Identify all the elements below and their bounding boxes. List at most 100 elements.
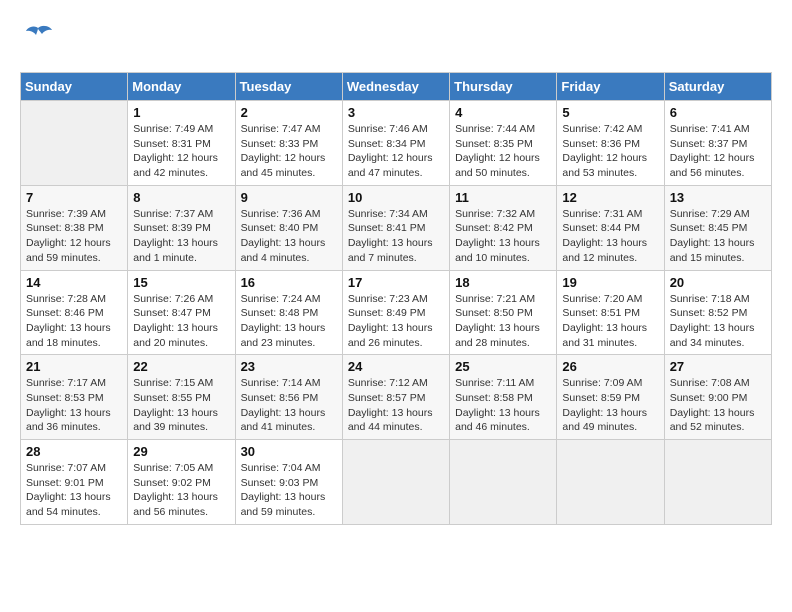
day-info: Sunrise: 7:29 AMSunset: 8:45 PMDaylight:… bbox=[670, 207, 766, 266]
sunset-time: Sunset: 8:46 PM bbox=[26, 307, 104, 319]
sunset-time: Sunset: 8:58 PM bbox=[455, 392, 533, 404]
sunset-time: Sunset: 8:39 PM bbox=[133, 222, 211, 234]
calendar-cell: 24Sunrise: 7:12 AMSunset: 8:57 PMDayligh… bbox=[342, 355, 449, 440]
daylight-hours: Daylight: 13 hours bbox=[348, 322, 433, 334]
day-info: Sunrise: 7:09 AMSunset: 8:59 PMDaylight:… bbox=[562, 376, 658, 435]
sunrise-time: Sunrise: 7:46 AM bbox=[348, 123, 428, 135]
day-number: 22 bbox=[133, 359, 229, 374]
calendar-cell: 7Sunrise: 7:39 AMSunset: 8:38 PMDaylight… bbox=[21, 185, 128, 270]
calendar-cell: 17Sunrise: 7:23 AMSunset: 8:49 PMDayligh… bbox=[342, 270, 449, 355]
calendar-cell: 30 Sunrise: 7:04 AMSunset: 9:03 PMDayligh… bbox=[235, 440, 342, 525]
day-info: Sunrise: 7:47 AMSunset: 8:33 PMDaylight:… bbox=[241, 122, 337, 181]
sunset-time: Sunset: 8:37 PM bbox=[670, 138, 748, 150]
sunset-time: Sunset: 8:40 PM bbox=[241, 222, 319, 234]
daylight-hours: Daylight: 12 hours bbox=[670, 152, 755, 164]
day-info-continued: and 31 minutes. bbox=[562, 337, 637, 349]
daylight-hours: Daylight: 13 hours bbox=[455, 237, 540, 249]
day-info: Sunrise: 7:21 AMSunset: 8:50 PMDaylight:… bbox=[455, 292, 551, 351]
sunset-time: Sunset: 8:41 PM bbox=[348, 222, 426, 234]
header-monday: Monday bbox=[128, 73, 235, 101]
day-number: 5 bbox=[562, 105, 658, 120]
daylight-hours: Daylight: 13 hours bbox=[455, 407, 540, 419]
day-number: 27 bbox=[670, 359, 766, 374]
calendar-cell: 19Sunrise: 7:20 AMSunset: 8:51 PMDayligh… bbox=[557, 270, 664, 355]
sunrise-time: Sunrise: 7:49 AM bbox=[133, 123, 213, 135]
day-info-continued: and 59 minutes. bbox=[241, 506, 316, 518]
day-info: Sunrise: 7:17 AMSunset: 8:53 PMDaylight:… bbox=[26, 376, 122, 435]
day-info: Sunrise: 7:36 AMSunset: 8:40 PMDaylight:… bbox=[241, 207, 337, 266]
sunrise-time: Sunrise: 7:42 AM bbox=[562, 123, 642, 135]
calendar-cell bbox=[21, 101, 128, 186]
sunrise-time: Sunrise: 7:32 AM bbox=[455, 208, 535, 220]
header-tuesday: Tuesday bbox=[235, 73, 342, 101]
calendar-cell: 6Sunrise: 7:41 AMSunset: 8:37 PMDaylight… bbox=[664, 101, 771, 186]
day-info-continued: and 39 minutes. bbox=[133, 421, 208, 433]
day-info-continued: and 53 minutes. bbox=[562, 167, 637, 179]
day-info: Sunrise: 7:42 AMSunset: 8:36 PMDaylight:… bbox=[562, 122, 658, 181]
calendar-cell: 20Sunrise: 7:18 AMSunset: 8:52 PMDayligh… bbox=[664, 270, 771, 355]
day-info-continued: and 59 minutes. bbox=[26, 252, 101, 264]
day-info-continued: and 10 minutes. bbox=[455, 252, 530, 264]
day-number: 29 bbox=[133, 444, 229, 459]
day-info: Sunrise: 7:31 AMSunset: 8:44 PMDaylight:… bbox=[562, 207, 658, 266]
day-number: 18 bbox=[455, 275, 551, 290]
day-number: 16 bbox=[241, 275, 337, 290]
sunset-time: Sunset: 9:03 PM bbox=[241, 477, 319, 489]
sunrise-time: Sunrise: 7:18 AM bbox=[670, 293, 750, 305]
sunset-time: Sunset: 9:01 PM bbox=[26, 477, 104, 489]
calendar-cell: 14Sunrise: 7:28 AMSunset: 8:46 PMDayligh… bbox=[21, 270, 128, 355]
sunrise-time: Sunrise: 7:26 AM bbox=[133, 293, 213, 305]
day-info-continued: and 52 minutes. bbox=[670, 421, 745, 433]
daylight-hours: Daylight: 13 hours bbox=[26, 322, 111, 334]
sunrise-time: Sunrise: 7:29 AM bbox=[670, 208, 750, 220]
day-number: 11 bbox=[455, 190, 551, 205]
sunset-time: Sunset: 8:45 PM bbox=[670, 222, 748, 234]
daylight-hours: Daylight: 13 hours bbox=[133, 491, 218, 503]
daylight-hours: Daylight: 13 hours bbox=[348, 237, 433, 249]
calendar-cell: 8Sunrise: 7:37 AMSunset: 8:39 PMDaylight… bbox=[128, 185, 235, 270]
day-info: Sunrise: 7:15 AMSunset: 8:55 PMDaylight:… bbox=[133, 376, 229, 435]
daylight-hours: Daylight: 13 hours bbox=[133, 237, 218, 249]
day-number: 25 bbox=[455, 359, 551, 374]
day-info-continued: and 49 minutes. bbox=[562, 421, 637, 433]
sunrise-time: Sunrise: 7:39 AM bbox=[26, 208, 106, 220]
day-info-continued: and 34 minutes. bbox=[670, 337, 745, 349]
day-info: Sunrise: 7:07 AMSunset: 9:01 PMDaylight:… bbox=[26, 461, 122, 520]
sunset-time: Sunset: 8:38 PM bbox=[26, 222, 104, 234]
day-info-continued: and 20 minutes. bbox=[133, 337, 208, 349]
calendar-cell: 22 Sunrise: 7:15 AMSunset: 8:55 PMDayligh… bbox=[128, 355, 235, 440]
day-number: 13 bbox=[670, 190, 766, 205]
sunrise-time: Sunrise: 7:37 AM bbox=[133, 208, 213, 220]
sunrise-time: Sunrise: 7:44 AM bbox=[455, 123, 535, 135]
sunrise-time: Sunrise: 7:21 AM bbox=[455, 293, 535, 305]
sunset-time: Sunset: 8:33 PM bbox=[241, 138, 319, 150]
daylight-hours: Daylight: 12 hours bbox=[455, 152, 540, 164]
week-row-1: 1Sunrise: 7:49 AMSunset: 8:31 PMDaylight… bbox=[21, 101, 772, 186]
calendar-cell: 28Sunrise: 7:07 AMSunset: 9:01 PMDayligh… bbox=[21, 440, 128, 525]
day-info-continued: and 18 minutes. bbox=[26, 337, 101, 349]
day-info: Sunrise: 7:05 AMSunset: 9:02 PMDaylight:… bbox=[133, 461, 229, 520]
sunset-time: Sunset: 9:02 PM bbox=[133, 477, 211, 489]
sunset-time: Sunset: 8:59 PM bbox=[562, 392, 640, 404]
calendar-cell: 12 Sunrise: 7:31 AMSunset: 8:44 PMDayligh… bbox=[557, 185, 664, 270]
daylight-hours: Daylight: 13 hours bbox=[241, 237, 326, 249]
day-info: Sunrise: 7:04 AMSunset: 9:03 PMDaylight:… bbox=[241, 461, 337, 520]
sunset-time: Sunset: 8:31 PM bbox=[133, 138, 211, 150]
day-number: 21 bbox=[26, 359, 122, 374]
day-number: 12 bbox=[562, 190, 658, 205]
sunrise-time: Sunrise: 7:34 AM bbox=[348, 208, 428, 220]
sunset-time: Sunset: 8:51 PM bbox=[562, 307, 640, 319]
daylight-hours: Daylight: 13 hours bbox=[562, 322, 647, 334]
day-number: 30 bbox=[241, 444, 337, 459]
calendar-cell: 2Sunrise: 7:47 AMSunset: 8:33 PMDaylight… bbox=[235, 101, 342, 186]
header-wednesday: Wednesday bbox=[342, 73, 449, 101]
day-info-continued: and 46 minutes. bbox=[455, 421, 530, 433]
sunrise-time: Sunrise: 7:24 AM bbox=[241, 293, 321, 305]
week-row-2: 7Sunrise: 7:39 AMSunset: 8:38 PMDaylight… bbox=[21, 185, 772, 270]
sunrise-time: Sunrise: 7:47 AM bbox=[241, 123, 321, 135]
day-info-continued: and 28 minutes. bbox=[455, 337, 530, 349]
calendar-cell: 5 Sunrise: 7:42 AMSunset: 8:36 PMDaylight… bbox=[557, 101, 664, 186]
day-number: 14 bbox=[26, 275, 122, 290]
calendar-cell bbox=[664, 440, 771, 525]
sunset-time: Sunset: 8:42 PM bbox=[455, 222, 533, 234]
